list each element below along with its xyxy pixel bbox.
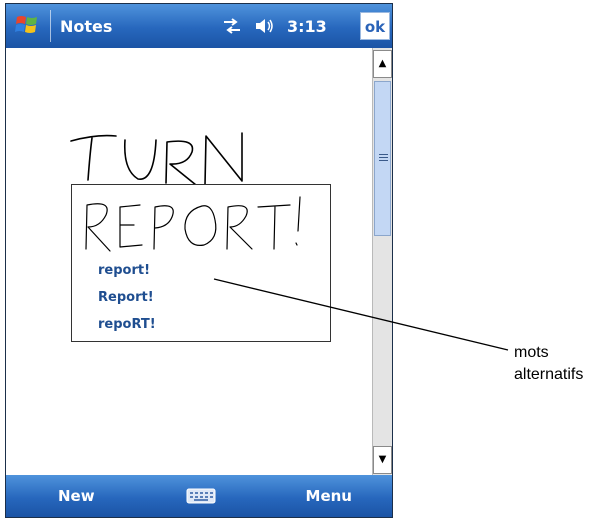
scroll-thumb[interactable] — [374, 81, 391, 236]
clock-time[interactable]: 3:13 — [287, 17, 327, 36]
menu-bar: New Menu — [6, 475, 392, 517]
windows-start-icon[interactable] — [14, 13, 40, 37]
handwriting-turn — [70, 132, 243, 186]
title-separator — [50, 10, 51, 42]
alternate-item[interactable]: repoRT! — [98, 311, 156, 338]
new-button[interactable]: New — [58, 487, 95, 505]
callout-line-1: mots — [514, 344, 549, 361]
device-screen: Notes 3:13 ok report! Report! repoRT! ▲ … — [5, 3, 393, 518]
menu-button[interactable]: Menu — [306, 487, 352, 505]
volume-icon[interactable] — [254, 17, 274, 35]
keyboard-icon[interactable] — [186, 487, 216, 505]
alternate-item[interactable]: Report! — [98, 284, 156, 311]
alternates-popup: report! Report! repoRT! — [71, 184, 331, 342]
alternate-item[interactable]: report! — [98, 257, 156, 284]
ok-button[interactable]: ok — [360, 12, 390, 40]
app-title: Notes — [60, 17, 113, 36]
scroll-down-button[interactable]: ▼ — [373, 446, 392, 474]
alternates-list: report! Report! repoRT! — [98, 257, 156, 338]
callout-label: mots alternatifs — [514, 342, 583, 386]
connectivity-icon[interactable] — [222, 17, 242, 35]
handwriting-report — [85, 196, 301, 252]
thumb-grip-icon — [379, 154, 388, 155]
title-bar: Notes 3:13 ok — [6, 4, 392, 48]
callout-line-2: alternatifs — [514, 366, 584, 383]
scroll-up-button[interactable]: ▲ — [373, 50, 392, 78]
vertical-scrollbar[interactable]: ▲ ▼ — [372, 48, 392, 476]
